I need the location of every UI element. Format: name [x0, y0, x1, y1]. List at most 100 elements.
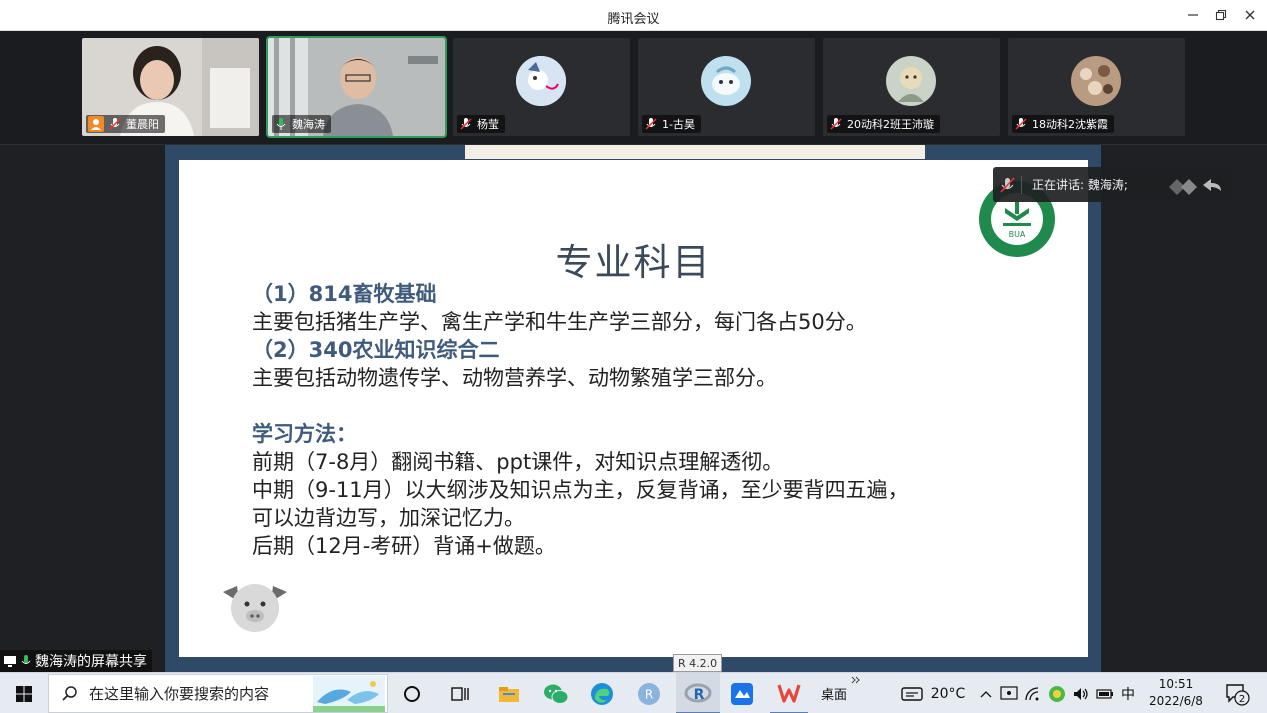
- chevron-up-icon: [980, 690, 992, 697]
- tray-icon-volume[interactable]: [1070, 673, 1092, 713]
- temperature-text: 20°C: [930, 685, 966, 702]
- folder-icon: [499, 686, 519, 702]
- participant-name: 18动科2沈紫霞: [1032, 118, 1108, 131]
- slide-line: （2）340农业知识综合二: [252, 338, 500, 362]
- mic-muted-icon: [645, 118, 657, 130]
- participant-tile[interactable]: 1-古昊: [638, 38, 815, 136]
- weather-icon: [901, 686, 923, 701]
- taskbar-clock[interactable]: 10:51 2022/6/8: [1140, 676, 1212, 710]
- restore-button[interactable]: [1208, 4, 1234, 26]
- edge-icon: [591, 682, 613, 705]
- participant-tile[interactable]: 魏海涛: [266, 36, 447, 138]
- taskbar-app-r-console[interactable]: R: [676, 673, 720, 713]
- avatar: [886, 56, 936, 106]
- chevron-double-right-icon: [851, 676, 860, 684]
- tencent-meeting-icon: [731, 682, 753, 705]
- participant-nametag: 1-古昊: [642, 115, 701, 133]
- screen-share-label: 魏海涛的屏幕共享: [0, 650, 152, 672]
- slide-top-band: [465, 145, 925, 159]
- r-app-icon: R: [638, 682, 660, 705]
- user-icon: [88, 116, 104, 132]
- taskbar-app-explorer[interactable]: [492, 673, 526, 713]
- participant-name: 董晨阳: [126, 118, 159, 131]
- mic-active-icon: [276, 118, 286, 130]
- slide-line: 学习方法：: [252, 422, 357, 446]
- participant-nametag: 魏海涛: [272, 115, 331, 133]
- mic-muted-icon: [830, 118, 842, 130]
- start-button[interactable]: [6, 673, 42, 713]
- mic-muted-icon: [1015, 118, 1027, 130]
- notification-icon: 2: [1226, 683, 1250, 706]
- restore-icon: [1215, 9, 1227, 21]
- participant-tile[interactable]: 杨莹: [453, 38, 630, 136]
- tray-icon-security[interactable]: [1046, 673, 1068, 713]
- participant-strip: 董晨阳 魏海涛 杨莹 1-古昊 20动科2班王沛璇 18动科2沈紫霞: [0, 31, 1267, 145]
- participant-tile[interactable]: 董晨阳: [82, 38, 259, 136]
- slide-line: 前期（7-8月）翻阅书籍、ppt课件，对知识点理解透彻。: [252, 450, 784, 474]
- taskbar-app-wps[interactable]: [770, 673, 808, 713]
- tray-expand-button[interactable]: [976, 673, 996, 713]
- avatar: [1071, 56, 1121, 106]
- participant-name: 魏海涛: [292, 118, 325, 131]
- slide-line: 可以边背边写，加深记忆力。: [252, 506, 525, 530]
- clock-time: 10:51: [1158, 677, 1194, 691]
- speaking-label: 正在讲话: 魏海涛;: [1032, 178, 1128, 192]
- slide-line: （1）814畜牧基础: [252, 282, 437, 306]
- slide-line-blank: [252, 392, 1032, 420]
- ime-text: 中: [1121, 686, 1135, 703]
- undo-icon[interactable]: [1165, 175, 1225, 195]
- participant-tile[interactable]: 20动科2班王沛璇: [823, 38, 1000, 136]
- taskbar-search-box[interactable]: 在这里输入你要搜索的内容: [48, 674, 388, 713]
- weather-widget[interactable]: [898, 673, 926, 713]
- security-app-icon: [1049, 685, 1065, 702]
- monitor-icon: [4, 656, 16, 667]
- svg-text:R: R: [645, 687, 653, 701]
- participant-nametag: 杨莹: [457, 115, 505, 133]
- close-icon: [1245, 10, 1255, 20]
- logo-text: BUA: [1009, 230, 1026, 239]
- notification-center-button[interactable]: 2: [1220, 673, 1254, 713]
- tray-icon-network-share[interactable]: [998, 673, 1020, 713]
- mic-muted-icon: [1000, 176, 1015, 193]
- speaking-indicator: 正在讲话: 魏海涛;: [993, 167, 1233, 202]
- meeting-app: 腾讯会议 董晨阳 魏海涛 杨莹 1-古昊 20动科2班王沛璇 18动科2沈紫霞 …: [0, 0, 1267, 713]
- tray-icon-wifi[interactable]: [1022, 673, 1044, 713]
- taskbar-app-tencent-meeting[interactable]: [726, 673, 758, 713]
- wifi-icon: [1025, 686, 1039, 700]
- taskbar-app-r[interactable]: R: [632, 673, 666, 713]
- cortana-icon: [404, 685, 420, 702]
- task-view-icon: [451, 686, 469, 701]
- slide-line: 主要包括动物遗传学、动物营养学、动物繁殖学三部分。: [252, 366, 777, 390]
- task-view-button[interactable]: [444, 673, 476, 713]
- participant-nametag: 18动科2沈紫霞: [1012, 115, 1114, 133]
- participant-nametag: 董晨阳: [86, 115, 165, 133]
- presentation-slide: 专业科目 （1）814畜牧基础 主要包括猪生产学、禽生产学和牛生产学三部分，每门…: [179, 160, 1088, 657]
- slide-line: 主要包括猪生产学、禽生产学和牛生产学三部分，每门各占50分。: [252, 310, 867, 334]
- minimize-button[interactable]: [1180, 4, 1206, 26]
- slide-title: 专业科目: [555, 241, 712, 284]
- participant-tile[interactable]: 18动科2沈紫霞: [1008, 38, 1185, 136]
- close-button[interactable]: [1237, 4, 1263, 26]
- weather-temperature[interactable]: 20°C: [928, 673, 968, 713]
- taskbar-app-wechat[interactable]: [538, 673, 574, 713]
- task-view-button[interactable]: [396, 673, 428, 713]
- slide-line: 中期（9-11月）以大纲涉及知识点为主，反复背诵，至少要背四五遍，: [252, 478, 909, 502]
- toolbar-expand-button[interactable]: [848, 673, 864, 713]
- taskbar-tooltip: R 4.2.0: [673, 654, 723, 672]
- avatar: [516, 56, 566, 106]
- taskbar-app-edge[interactable]: [584, 673, 620, 713]
- participant-name: 20动科2班王沛璇: [847, 118, 934, 131]
- share-owner-text: 魏海涛的屏幕共享: [35, 654, 147, 670]
- tray-icon-battery[interactable]: [1094, 673, 1116, 713]
- search-placeholder: 在这里输入你要搜索的内容: [89, 685, 270, 703]
- notification-count: 2: [1239, 694, 1245, 705]
- ime-indicator[interactable]: 中: [1116, 673, 1140, 713]
- participant-nametag: 20动科2班王沛璇: [827, 115, 940, 133]
- wps-icon: [777, 684, 801, 703]
- r-logo-icon: R: [684, 683, 712, 703]
- divider: [1021, 175, 1022, 194]
- slide-line: 后期（12月-考研）背诵+做题。: [252, 534, 556, 558]
- volume-icon: [1074, 687, 1088, 700]
- share-screen-icon: [1000, 685, 1018, 700]
- windows-taskbar: 在这里输入你要搜索的内容 R R 桌面 20°C 中 10:51 2022/6/…: [0, 672, 1267, 713]
